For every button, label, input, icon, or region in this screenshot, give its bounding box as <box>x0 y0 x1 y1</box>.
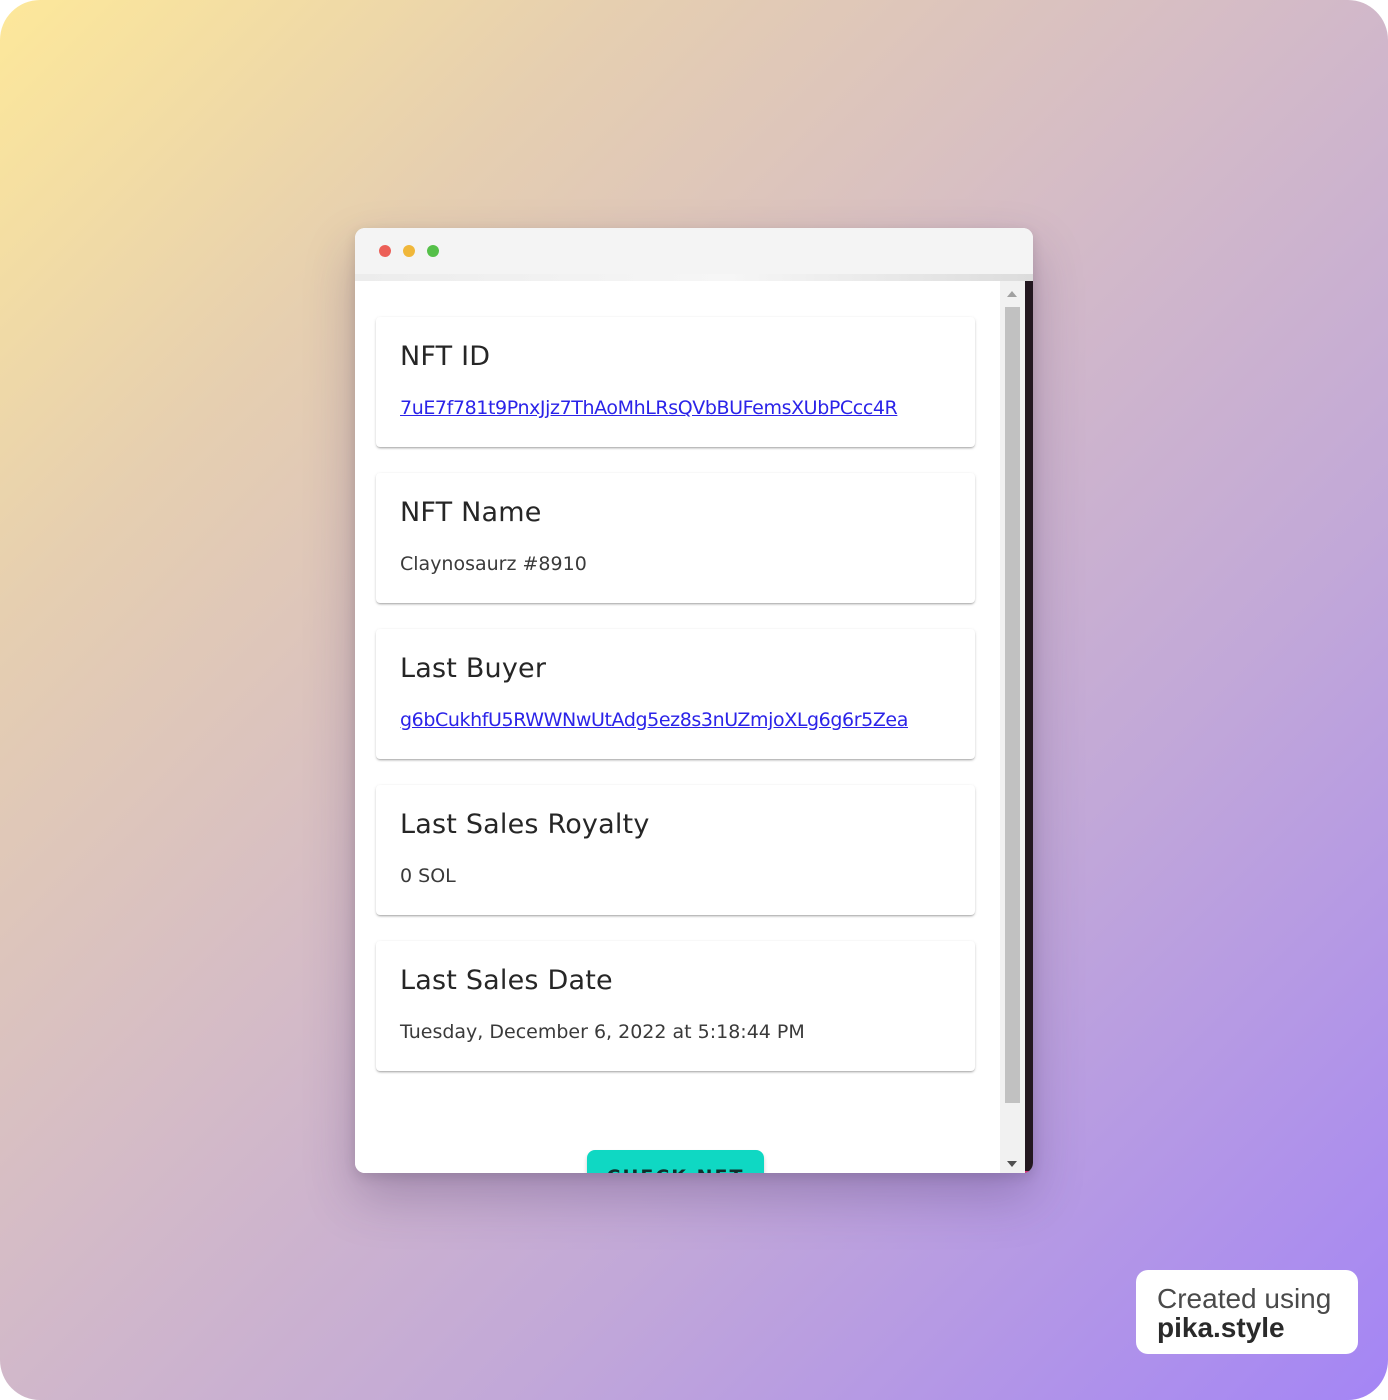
nft-name-card: NFT Name Claynosaurz #8910 <box>376 473 975 603</box>
last-buyer-card: Last Buyer g6bCukhfU5RWWNwUtAdg5ez8s3nUZ… <box>376 629 975 759</box>
close-window-icon[interactable] <box>379 245 391 257</box>
background-canvas: NFT ID 7uE7f781t9PnxJjz7ThAoMhLRsQVbBUFe… <box>0 0 1388 1400</box>
scrollbar-thumb[interactable] <box>1005 307 1020 1103</box>
nft-name-value: Claynosaurz #8910 <box>400 553 587 575</box>
last-sales-date-card: Last Sales Date Tuesday, December 6, 202… <box>376 941 975 1071</box>
last-buyer-link[interactable]: g6bCukhfU5RWWNwUtAdg5ez8s3nUZmjoXLg6g6r5… <box>400 709 908 731</box>
last-sales-royalty-card: Last Sales Royalty 0 SOL <box>376 785 975 915</box>
watermark-created-text: Created using <box>1157 1283 1332 1314</box>
popup-content[interactable]: NFT ID 7uE7f781t9PnxJjz7ThAoMhLRsQVbBUFe… <box>355 281 1000 1173</box>
card-title: NFT ID <box>400 341 491 372</box>
nft-id-link[interactable]: 7uE7f781t9PnxJjz7ThAoMhLRsQVbBUFemsXUbPC… <box>400 397 898 419</box>
vertical-scrollbar[interactable] <box>1000 281 1025 1173</box>
watermark-badge: Created using pika.style <box>1136 1270 1358 1354</box>
check-nft-button[interactable]: CHECK NFT <box>587 1150 764 1173</box>
card-title: Last Sales Royalty <box>400 809 650 840</box>
royalty-value: 0 SOL <box>400 865 456 887</box>
scroll-up-arrow-icon[interactable] <box>1007 291 1017 297</box>
card-title: Last Sales Date <box>400 965 613 996</box>
watermark-brand-text: pika.style <box>1157 1312 1285 1343</box>
minimize-window-icon[interactable] <box>403 245 415 257</box>
nft-id-card: NFT ID 7uE7f781t9PnxJjz7ThAoMhLRsQVbBUFe… <box>376 317 975 447</box>
window-titlebar <box>355 228 1033 274</box>
sales-date-value: Tuesday, December 6, 2022 at 5:18:44 PM <box>400 1021 805 1043</box>
card-title: Last Buyer <box>400 653 547 684</box>
browser-window: NFT ID 7uE7f781t9PnxJjz7ThAoMhLRsQVbBUFe… <box>355 228 1033 1173</box>
card-title: NFT Name <box>400 497 542 528</box>
scroll-down-arrow-icon[interactable] <box>1007 1161 1017 1167</box>
zoom-window-icon[interactable] <box>427 245 439 257</box>
background-page-strip <box>1025 281 1033 1173</box>
background-page-accent <box>1025 1171 1033 1173</box>
titlebar-divider <box>355 274 1033 281</box>
